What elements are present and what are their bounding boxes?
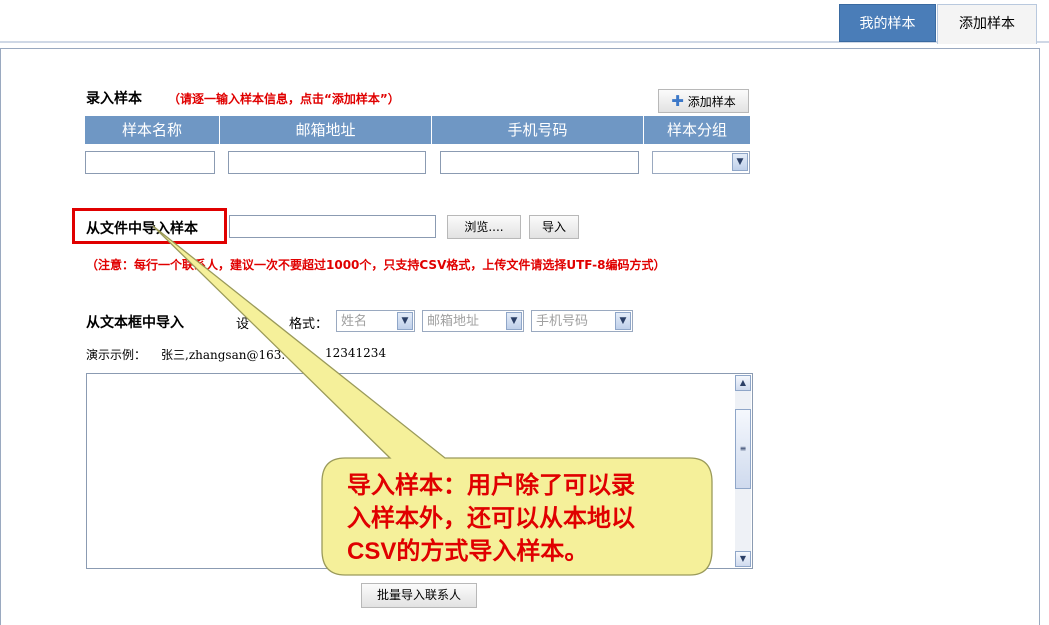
callout-line-1: 导入样本：用户除了可以录 <box>347 471 635 499</box>
callout-csv: CSV <box>347 538 397 565</box>
callout-line-2: 入样本外，还可以从本地以 <box>347 504 635 532</box>
callout-line-3-rest: 的方式导入样本。 <box>396 537 589 565</box>
callout-text: 导入样本：用户除了可以录 入样本外，还可以从本地以 CSV的方式导入样本。 <box>347 469 707 568</box>
callout-line-3: CSV的方式导入样本。 <box>347 535 707 568</box>
